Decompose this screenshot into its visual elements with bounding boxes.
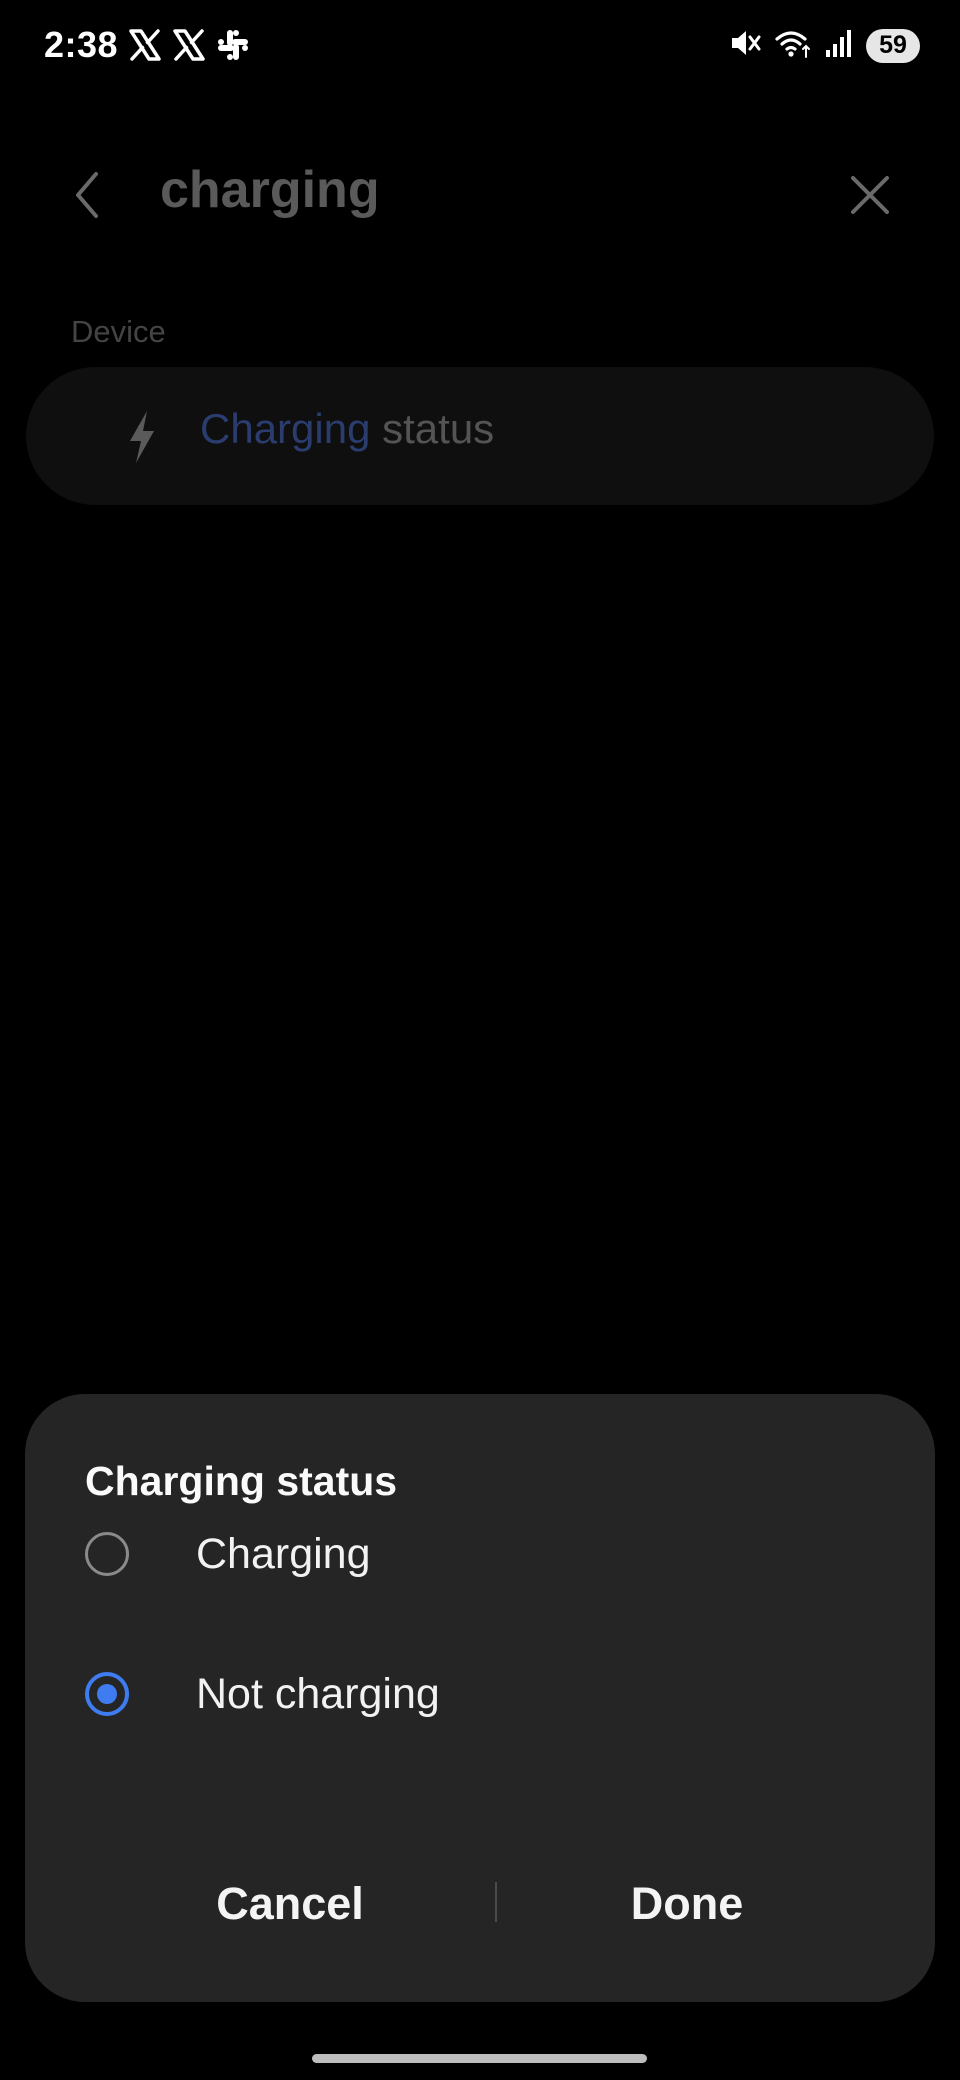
option-charging[interactable]: Charging [25,1502,935,1612]
done-button[interactable]: Done [537,1854,837,1954]
dialog-title: Charging status [85,1458,398,1504]
back-button[interactable] [62,162,112,232]
bolt-icon [122,407,162,467]
radio-selected-icon[interactable] [85,1672,129,1716]
option-not-charging[interactable]: Not charging [25,1642,935,1752]
x-logo-icon [172,28,206,62]
button-divider [495,1882,497,1922]
chevron-left-icon [72,170,102,225]
option-label: Charging [196,1530,371,1578]
cancel-button[interactable]: Cancel [140,1854,440,1954]
notification-icons [128,28,250,62]
option-label: Not charging [196,1670,440,1718]
system-icons: 59 [728,26,920,65]
gesture-nav-handle[interactable] [312,2054,647,2063]
clear-search-button[interactable] [840,162,900,232]
search-result-item[interactable]: Charging status [26,367,934,505]
search-match-highlight: Charging [200,405,371,452]
slack-icon [216,28,250,62]
radio-unselected-icon[interactable] [85,1532,129,1576]
mute-icon [728,26,762,65]
search-input[interactable]: charging [160,160,380,220]
wifi-icon [774,26,812,65]
charging-status-dialog: Charging status Charging Not charging Ca… [25,1394,935,2002]
status-bar: 2:38 59 [0,0,960,92]
x-logo-icon [128,28,162,62]
battery-icon: 59 [866,28,920,63]
section-label: Device [71,314,166,349]
search-result-label: Charging status [200,405,494,453]
status-time: 2:38 [44,24,119,65]
signal-icon [824,26,854,65]
close-icon [848,173,892,222]
search-result-rest: status [370,405,495,452]
dialog-buttons: Cancel Done [25,1854,935,1954]
